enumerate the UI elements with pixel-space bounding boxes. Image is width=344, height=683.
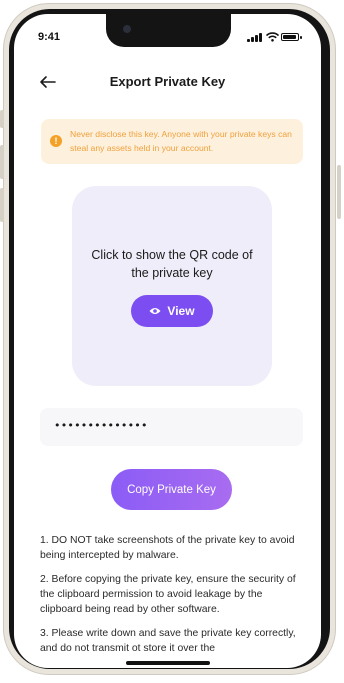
page-title: Export Private Key	[109, 74, 226, 89]
copy-button-label: Copy Private Key	[127, 483, 216, 496]
volume-up-button	[0, 145, 4, 179]
status-icons	[247, 32, 302, 42]
signal-icon	[259, 33, 262, 42]
signal-icon	[255, 35, 258, 42]
signal-icon	[251, 37, 254, 42]
volume-down-button	[0, 188, 4, 222]
status-time: 9:41	[38, 31, 61, 43]
home-indicator	[126, 661, 210, 665]
notch	[106, 14, 231, 47]
warning-banner: ! Never disclose this key. Anyone with y…	[41, 119, 303, 164]
warning-text: Never disclose this key. Anyone with you…	[70, 129, 292, 153]
view-button-label: View	[167, 304, 195, 318]
private-key-field[interactable]: ••••••••••••••	[40, 408, 303, 446]
masked-private-key: ••••••••••••••	[54, 419, 148, 432]
signal-icon	[247, 39, 250, 42]
camera-icon	[123, 25, 131, 33]
qr-code-card: Click to show the QR code of the private…	[72, 186, 272, 386]
eye-icon	[149, 308, 161, 314]
note-item: 3. Please write down and save the privat…	[40, 628, 296, 654]
copy-private-key-button[interactable]: Copy Private Key	[111, 469, 232, 510]
power-button	[337, 165, 341, 219]
qr-prompt: Click to show the QR code of the private…	[91, 248, 253, 280]
note-item: 2. Before copying the private key, ensur…	[40, 574, 296, 615]
battery-icon	[281, 33, 299, 41]
view-qr-button[interactable]: View	[131, 295, 213, 327]
alert-circle-icon: !	[50, 135, 62, 147]
side-button	[0, 110, 4, 128]
security-notes: 1. DO NOT take screenshots of the privat…	[40, 533, 306, 665]
phone-screen: 9:41 Export Private Key ! Never disclose…	[14, 14, 321, 668]
note-item: 1. DO NOT take screenshots of the privat…	[40, 535, 295, 561]
wifi-icon	[266, 32, 279, 42]
battery-nub	[300, 36, 302, 39]
